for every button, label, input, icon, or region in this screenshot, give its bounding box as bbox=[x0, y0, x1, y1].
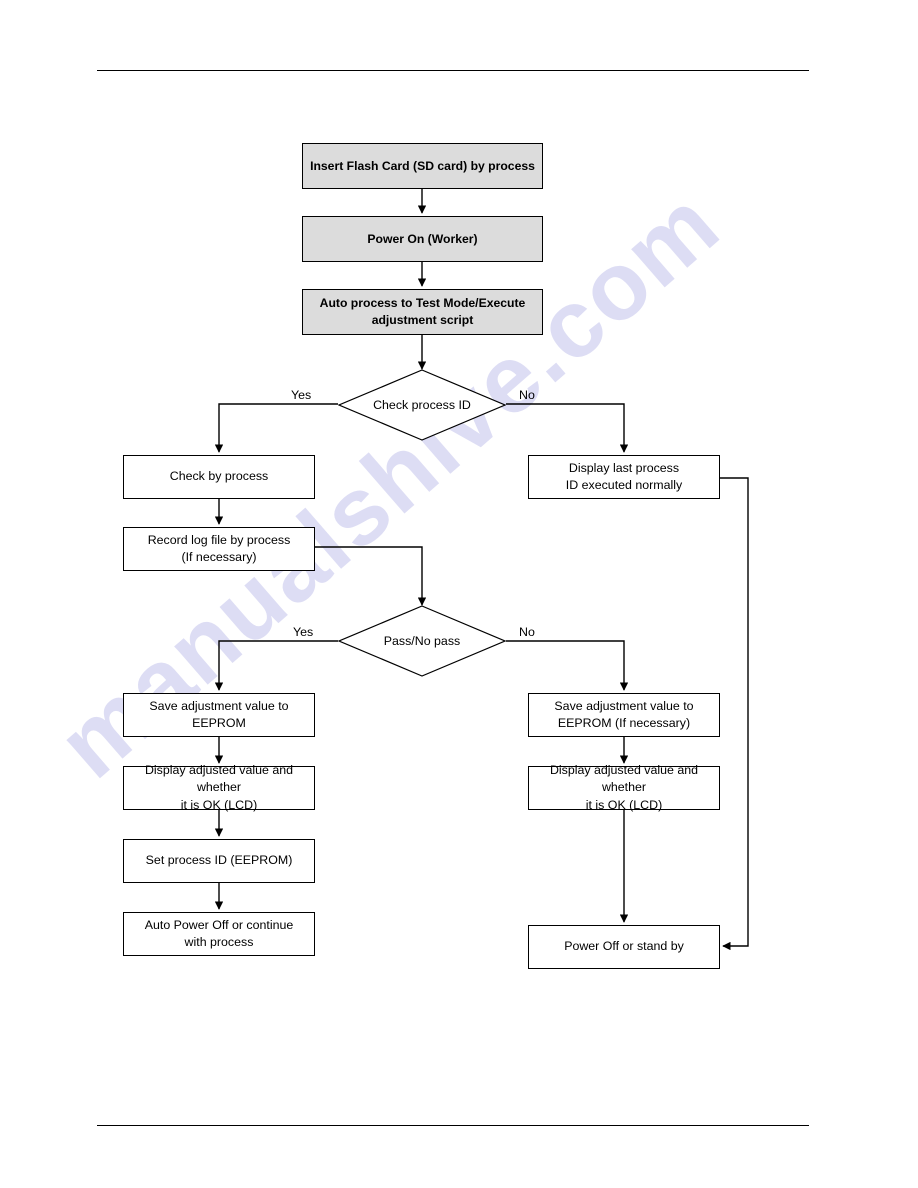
node-label-line-1: Display adjusted value and whether bbox=[549, 763, 699, 795]
node-display-adjusted-value-right: Display adjusted value and whether it is… bbox=[528, 763, 720, 812]
node-insert-flash-card: Insert Flash Card (SD card) by process bbox=[302, 143, 543, 189]
branch-label-d1-no: No bbox=[519, 388, 535, 402]
node-label-line-2: (If necessary) bbox=[181, 550, 257, 564]
branch-label-d1-yes: Yes bbox=[291, 388, 312, 402]
node-label-line-2: adjustment script bbox=[371, 313, 474, 327]
branch-label-d2-no: No bbox=[519, 625, 535, 639]
edge-d2-n11 bbox=[506, 640, 629, 691]
node-label-line-1: Auto Power Off or continue bbox=[144, 917, 294, 932]
node-label: Insert Flash Card (SD card) by process bbox=[310, 158, 535, 173]
node-label-line-1: Save adjustment value to bbox=[554, 698, 694, 713]
edge-n5-d2 bbox=[315, 546, 427, 606]
node-label-line-2: it is OK (LCD) bbox=[585, 797, 663, 812]
decision-label: Pass/No pass bbox=[383, 634, 461, 648]
node-record-log-file: Record log file by process (If necessary… bbox=[123, 527, 315, 571]
decision-label: Check process ID bbox=[373, 398, 471, 412]
node-label-line-2: with process bbox=[184, 935, 254, 949]
node-save-adjustment-eeprom: Save adjustment value to EEPROM bbox=[123, 693, 315, 737]
node-label-line-2: it is OK (LCD) bbox=[180, 797, 258, 812]
node-label: Check by process bbox=[169, 469, 269, 484]
flowchart: Insert Flash Card (SD card) by process P… bbox=[0, 0, 918, 1188]
node-label: Set process ID (EEPROM) bbox=[145, 853, 293, 868]
node-save-adjustment-eeprom-if-necessary: Save adjustment value to EEPROM (If nece… bbox=[528, 693, 720, 737]
node-label-line-1: Record log file by process bbox=[147, 532, 291, 547]
node-auto-power-off: Auto Power Off or continue with process bbox=[123, 912, 315, 956]
branch-label-d2-yes: Yes bbox=[293, 625, 314, 639]
node-display-adjusted-value-left: Display adjusted value and whether it is… bbox=[123, 763, 315, 812]
node-label-line-1: Display adjusted value and whether bbox=[144, 763, 294, 795]
decision-check-process-id: Check process ID bbox=[337, 369, 507, 441]
edge-d1-n6 bbox=[506, 403, 629, 453]
node-display-last-process-id: Display last process ID executed normall… bbox=[528, 455, 720, 499]
decision-pass-no-pass: Pass/No pass bbox=[337, 605, 507, 677]
node-label-line-1: Display last process bbox=[568, 460, 680, 475]
node-check-by-process: Check by process bbox=[123, 455, 315, 499]
edge-d2-n7 bbox=[214, 640, 338, 691]
node-label: Power Off or stand by bbox=[564, 939, 684, 954]
edge-n6-n13-return bbox=[720, 477, 749, 951]
node-label-line-1: Auto process to Test Mode/Execute bbox=[319, 296, 526, 311]
node-power-off-or-stand-by: Power Off or stand by bbox=[528, 925, 720, 969]
edge-d1-n4 bbox=[214, 403, 338, 453]
node-label: Power On (Worker) bbox=[367, 231, 478, 246]
node-set-process-id: Set process ID (EEPROM) bbox=[123, 839, 315, 883]
node-label-line-2: ID executed normally bbox=[565, 478, 683, 492]
node-power-on: Power On (Worker) bbox=[302, 216, 543, 262]
node-auto-process-test-mode: Auto process to Test Mode/Execute adjust… bbox=[302, 289, 543, 335]
node-label-line-2: EEPROM (If necessary) bbox=[557, 716, 691, 730]
node-label: Save adjustment value to EEPROM bbox=[149, 698, 289, 730]
